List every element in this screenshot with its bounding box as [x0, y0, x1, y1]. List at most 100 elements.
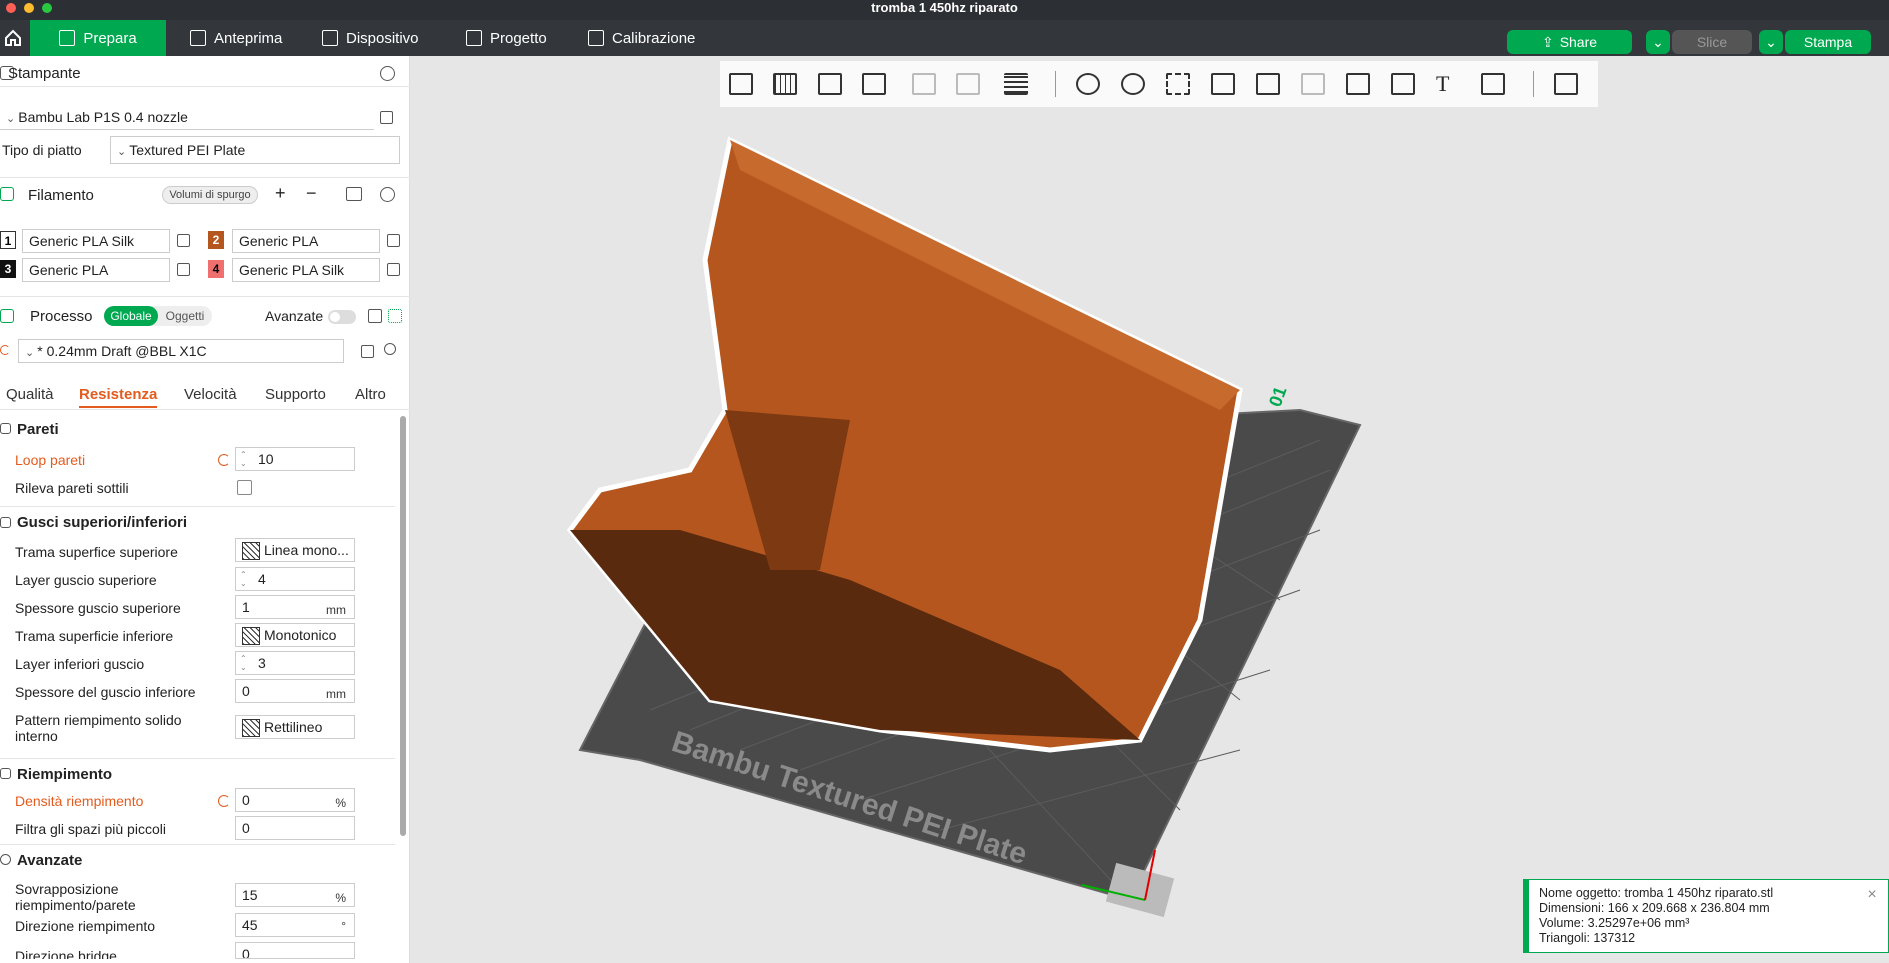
split-objects-tool[interactable]: [906, 67, 942, 101]
reset-icon[interactable]: [218, 454, 230, 466]
layers-tool[interactable]: [998, 67, 1034, 101]
filter-gaps-input[interactable]: 0: [235, 816, 355, 840]
move-tool[interactable]: [1070, 67, 1106, 101]
add-filament-icon[interactable]: +: [275, 183, 286, 204]
tab-progetto[interactable]: Progetto: [448, 20, 565, 56]
rotate-tool[interactable]: [1115, 67, 1151, 101]
save-icon[interactable]: [361, 345, 374, 358]
print-button[interactable]: Stampa: [1785, 30, 1871, 54]
tab-velocita[interactable]: Velocità: [184, 386, 237, 403]
edit-icon[interactable]: [177, 263, 190, 276]
add-object-tool[interactable]: [723, 67, 759, 101]
add-plate-tool[interactable]: [767, 67, 803, 101]
filament-4-swatch[interactable]: 4: [208, 260, 224, 278]
paint-bucket-icon: [1481, 73, 1505, 95]
tab-altro[interactable]: Altro: [355, 386, 386, 403]
top-layers-input[interactable]: ⌃ ⌄ 4: [235, 567, 355, 591]
cube-icon: [59, 30, 76, 46]
scale-tool[interactable]: [1160, 67, 1196, 101]
wall-loops-input[interactable]: ⌃ ⌄ 10: [235, 447, 355, 471]
process-preset-value: * 0.24mm Draft @BBL X1C: [37, 343, 207, 359]
overlap-input[interactable]: 15%: [235, 883, 355, 907]
filament-3-select[interactable]: Generic PLA: [22, 258, 170, 282]
filament-number: 1: [4, 234, 12, 248]
solid-infill-select[interactable]: Rettilineo: [235, 715, 355, 739]
edit-icon[interactable]: [177, 234, 190, 247]
printer-section-title: Stampante: [8, 65, 81, 82]
top-thickness-input[interactable]: 1 mm: [235, 595, 355, 619]
reset-icon[interactable]: [0, 345, 10, 355]
sidebar-scrollbar[interactable]: [400, 416, 406, 836]
spin-arrows-icon[interactable]: ⌃ ⌄: [240, 654, 247, 672]
filament-3-swatch[interactable]: 3: [0, 260, 16, 278]
lay-on-face-tool[interactable]: [1205, 67, 1241, 101]
gear-icon[interactable]: [380, 187, 395, 202]
print-dropdown-button[interactable]: ⌄: [1759, 30, 1783, 54]
bottom-pattern-select[interactable]: Monotonico: [235, 623, 355, 647]
infill-direction-input[interactable]: 45 °: [235, 913, 355, 937]
tab-prepara[interactable]: Prepara: [30, 20, 166, 56]
tab-qualita[interactable]: Qualità: [6, 386, 54, 403]
color-paint-tool[interactable]: [1475, 67, 1511, 101]
cut-tool[interactable]: [1250, 67, 1286, 101]
purge-volumes-button[interactable]: Volumi di spurgo: [162, 186, 258, 204]
search-icon[interactable]: [384, 343, 396, 355]
close-icon[interactable]: ×: [1864, 887, 1880, 904]
advanced-switch[interactable]: [328, 310, 356, 324]
infill-density-input[interactable]: 0%: [235, 788, 355, 812]
filament-4-select[interactable]: Generic PLA Silk: [232, 258, 380, 282]
sync-filament-icon[interactable]: [346, 187, 362, 201]
spin-arrows-icon[interactable]: ⌃ ⌄: [240, 450, 247, 468]
auto-orient-tool[interactable]: [812, 67, 848, 101]
filament-1-swatch[interactable]: 1: [0, 231, 16, 249]
printer-select[interactable]: ⌄ Bambu Lab P1S 0.4 nozzle: [0, 106, 374, 130]
close-window-button[interactable]: [6, 3, 16, 13]
reset-icon[interactable]: [218, 795, 230, 807]
tab-dispositivo[interactable]: Dispositivo: [304, 20, 437, 56]
process-preset-select[interactable]: ⌄ * 0.24mm Draft @BBL X1C: [18, 339, 344, 363]
pattern-icon: [242, 627, 260, 645]
gear-icon[interactable]: [380, 66, 395, 81]
bottom-thickness-input[interactable]: 0 mm: [235, 679, 355, 703]
global-objects-toggle[interactable]: Globale Oggetti: [104, 306, 212, 326]
filament-1-select[interactable]: Generic PLA Silk: [22, 229, 170, 253]
edit-icon[interactable]: [380, 111, 393, 124]
slice-dropdown-button[interactable]: ⌄: [1646, 30, 1670, 54]
support-paint-tool[interactable]: [1340, 67, 1376, 101]
assembly-tool[interactable]: [1548, 67, 1584, 101]
bridge-direction-input[interactable]: 0: [235, 942, 355, 959]
split-parts-tool[interactable]: [950, 67, 986, 101]
viewport-3d[interactable]: Bambu Textured PEI Plate 01: [420, 110, 1420, 950]
remove-filament-icon[interactable]: −: [306, 183, 317, 204]
edit-icon[interactable]: [387, 234, 400, 247]
tab-resistenza[interactable]: Resistenza: [79, 386, 158, 408]
slice-button[interactable]: Slice: [1672, 30, 1752, 54]
seam-paint-tool[interactable]: [1385, 67, 1421, 101]
detect-thin-walls-checkbox[interactable]: [237, 480, 252, 495]
compare-icon[interactable]: [388, 309, 402, 323]
filament-section-title: Filamento: [28, 187, 94, 204]
filament-2-select[interactable]: Generic PLA: [232, 229, 380, 253]
plate-type-label: Tipo di piatto: [2, 142, 82, 158]
boolean-tool[interactable]: [1295, 67, 1331, 101]
arrange-tool[interactable]: [856, 67, 892, 101]
text-tool[interactable]: T: [1430, 67, 1466, 101]
toggle-objects[interactable]: Oggetti: [160, 306, 210, 326]
home-button[interactable]: [0, 20, 26, 56]
tab-anteprima[interactable]: Anteprima: [172, 20, 300, 56]
top-pattern-select[interactable]: Linea mono...: [235, 538, 355, 562]
tab-calibrazione[interactable]: Calibrazione: [570, 20, 713, 56]
bottom-layers-input[interactable]: ⌃ ⌄ 3: [235, 651, 355, 675]
tab-supporto[interactable]: Supporto: [265, 386, 326, 403]
list-icon[interactable]: [368, 309, 382, 323]
zoom-window-button[interactable]: [42, 3, 52, 13]
spin-arrows-icon[interactable]: ⌃ ⌄: [240, 570, 247, 588]
plate-type-select[interactable]: ⌄ Textured PEI Plate: [110, 136, 400, 164]
tab-label: Anteprima: [214, 29, 283, 47]
filament-2-swatch[interactable]: 2: [208, 231, 224, 249]
share-button[interactable]: ⇪ Share: [1507, 30, 1632, 54]
minimize-window-button[interactable]: [24, 3, 34, 13]
printer-header: Stampante: [0, 64, 410, 84]
edit-icon[interactable]: [387, 263, 400, 276]
toggle-global[interactable]: Globale: [104, 306, 158, 326]
